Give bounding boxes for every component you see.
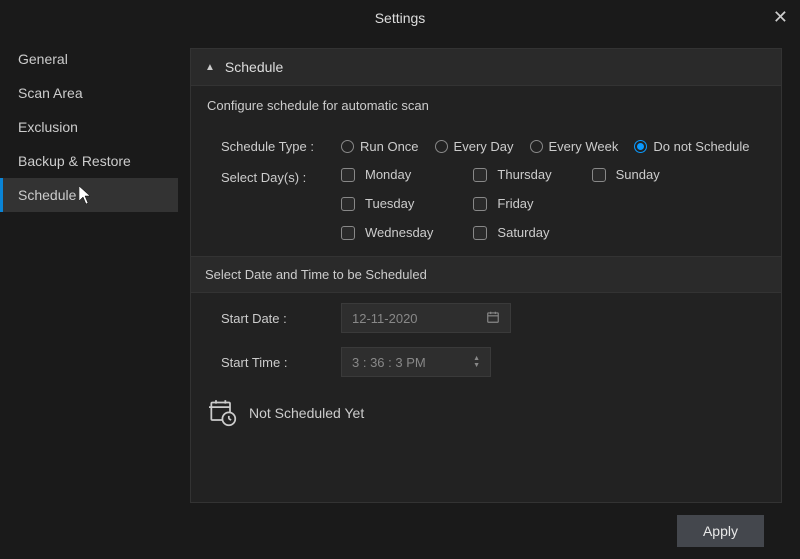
start-time-label: Start Time : [221, 355, 341, 370]
sidebar-item-scan-area[interactable]: Scan Area [0, 76, 178, 110]
sidebar-item-backup-restore[interactable]: Backup & Restore [0, 144, 178, 178]
checkbox-wednesday[interactable]: Wednesday [341, 225, 433, 240]
checkbox-label: Sunday [616, 167, 660, 182]
panel-header[interactable]: ▲ Schedule [191, 49, 781, 86]
schedule-status-icon [209, 399, 237, 427]
schedule-type-radios: Run Once Every Day Every Week Do not Sch… [341, 139, 749, 154]
checkbox-thursday[interactable]: Thursday [473, 167, 551, 182]
checkbox-label: Friday [497, 196, 533, 211]
checkbox-label: Monday [365, 167, 411, 182]
checkbox-tuesday[interactable]: Tuesday [341, 196, 433, 211]
sidebar-item-schedule[interactable]: Schedule [0, 178, 178, 212]
radio-every-day[interactable]: Every Day [435, 139, 514, 154]
start-time-input[interactable]: 3 : 36 : 3 PM ▲▼ [341, 347, 491, 377]
radio-every-week[interactable]: Every Week [530, 139, 619, 154]
checkbox-icon [473, 168, 487, 182]
main: ▲ Schedule Configure schedule for automa… [178, 36, 800, 559]
sidebar-item-label: Exclusion [18, 119, 78, 135]
section-datetime-header: Select Date and Time to be Scheduled [191, 256, 781, 293]
radio-label: Do not Schedule [653, 139, 749, 154]
start-date-label: Start Date : [221, 311, 341, 326]
radio-icon [634, 140, 647, 153]
checkbox-saturday[interactable]: Saturday [473, 225, 551, 240]
start-time-row: Start Time : 3 : 36 : 3 PM ▲▼ [191, 337, 781, 381]
checkbox-label: Thursday [497, 167, 551, 182]
cursor-icon [79, 186, 95, 206]
status-text: Not Scheduled Yet [249, 405, 364, 421]
titlebar: Settings ✕ [0, 0, 800, 36]
radio-icon [530, 140, 543, 153]
window-title: Settings [375, 10, 426, 26]
schedule-type-label: Schedule Type : [221, 139, 341, 154]
calendar-icon[interactable] [486, 310, 500, 327]
checkbox-label: Tuesday [365, 196, 414, 211]
sidebar: General Scan Area Exclusion Backup & Res… [0, 36, 178, 559]
apply-button[interactable]: Apply [677, 515, 764, 547]
sidebar-item-general[interactable]: General [0, 42, 178, 76]
checkbox-icon [341, 226, 355, 240]
radio-icon [341, 140, 354, 153]
chevron-up-icon: ▲ [205, 62, 215, 73]
days-col-2: Thursday Friday Saturday [473, 167, 551, 240]
radio-do-not-schedule[interactable]: Do not Schedule [634, 139, 749, 154]
start-date-row: Start Date : 12-11-2020 [191, 293, 781, 337]
checkbox-label: Wednesday [365, 225, 433, 240]
checkbox-icon [341, 168, 355, 182]
checkbox-icon [473, 226, 487, 240]
checkbox-friday[interactable]: Friday [473, 196, 551, 211]
sidebar-item-label: General [18, 51, 68, 67]
start-time-value: 3 : 36 : 3 PM [352, 355, 426, 370]
sidebar-item-label: Schedule [18, 187, 76, 203]
radio-run-once[interactable]: Run Once [341, 139, 419, 154]
radio-label: Every Day [454, 139, 514, 154]
checkbox-icon [592, 168, 606, 182]
status-row: Not Scheduled Yet [191, 381, 781, 427]
radio-label: Run Once [360, 139, 419, 154]
checkbox-label: Saturday [497, 225, 549, 240]
close-icon[interactable]: ✕ [773, 8, 788, 26]
checkbox-icon [473, 197, 487, 211]
sidebar-item-label: Backup & Restore [18, 153, 131, 169]
days-col-1: Monday Tuesday Wednesday [341, 167, 433, 240]
panel-subtitle: Configure schedule for automatic scan [191, 86, 781, 131]
radio-icon [435, 140, 448, 153]
checkbox-sunday[interactable]: Sunday [592, 167, 660, 182]
sidebar-item-label: Scan Area [18, 85, 83, 101]
footer: Apply [190, 503, 782, 559]
radio-label: Every Week [549, 139, 619, 154]
sidebar-item-exclusion[interactable]: Exclusion [0, 110, 178, 144]
start-date-value: 12-11-2020 [352, 311, 418, 326]
checkbox-monday[interactable]: Monday [341, 167, 433, 182]
content: General Scan Area Exclusion Backup & Res… [0, 36, 800, 559]
schedule-type-row: Schedule Type : Run Once Every Day Every… [191, 131, 781, 162]
days-col-3: Sunday [592, 167, 660, 240]
schedule-panel: ▲ Schedule Configure schedule for automa… [190, 48, 782, 503]
checkbox-icon [341, 197, 355, 211]
days-grid: Monday Tuesday Wednesday Thursday Friday… [191, 167, 781, 240]
spinner-icon[interactable]: ▲▼ [473, 355, 480, 369]
panel-title: Schedule [225, 59, 283, 75]
start-date-input[interactable]: 12-11-2020 [341, 303, 511, 333]
